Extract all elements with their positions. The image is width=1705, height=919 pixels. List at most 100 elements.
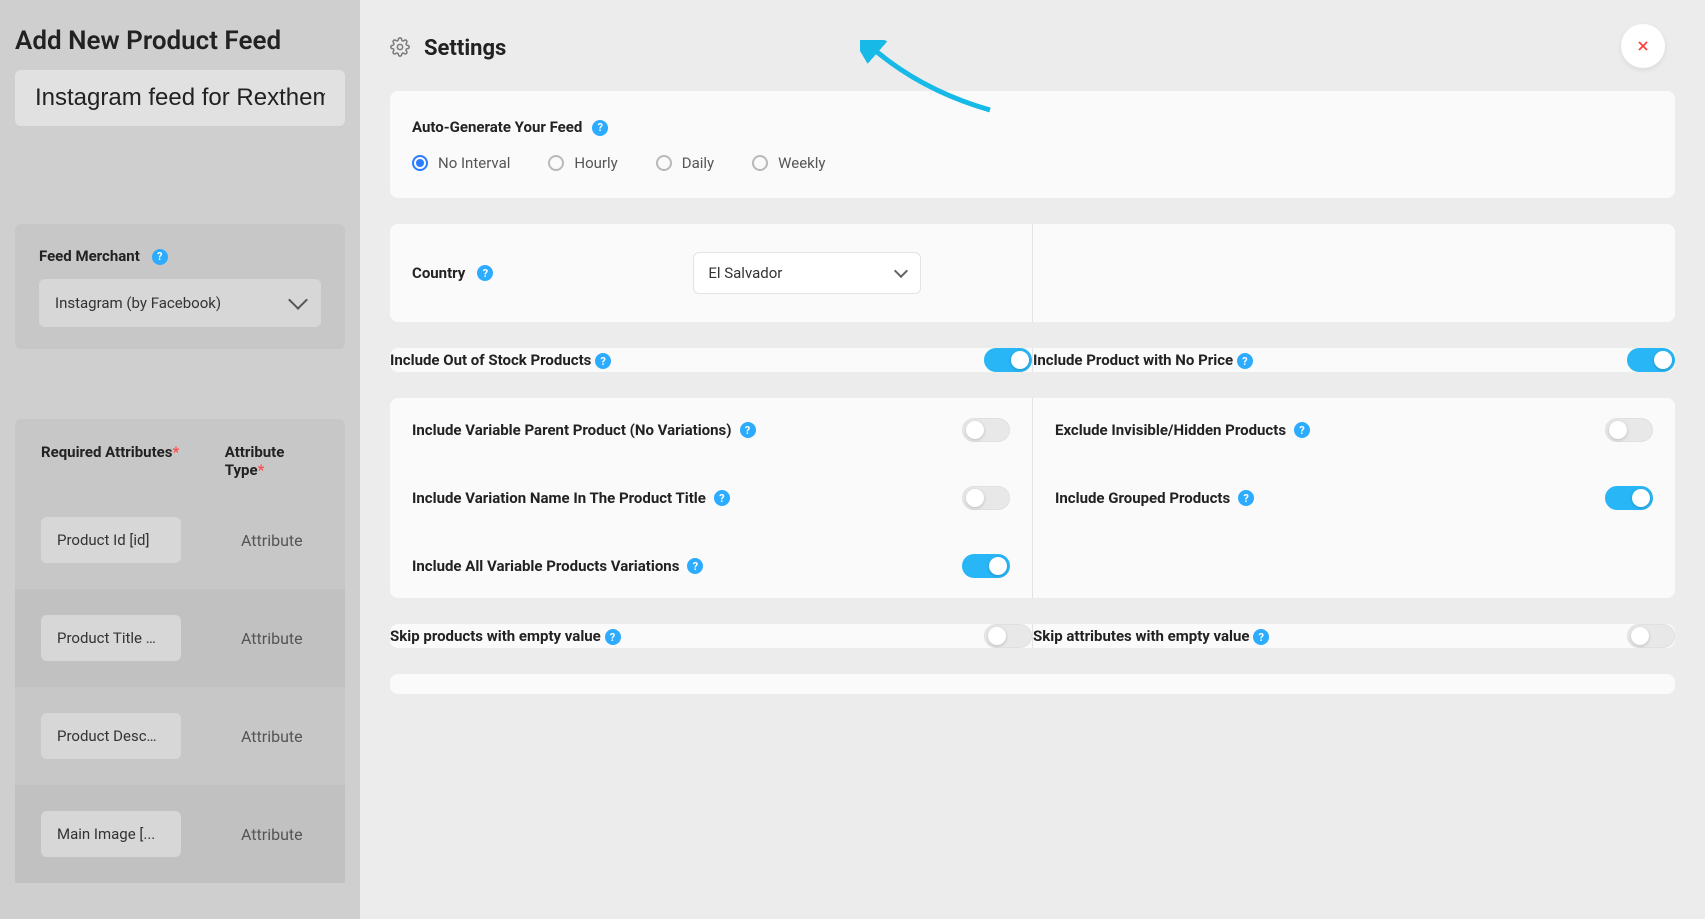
toggle-label: Exclude Invisible/Hidden Products <box>1055 421 1286 439</box>
toggle-all-variations: Include All Variable Products Variations… <box>412 554 1010 578</box>
panel-title: Settings <box>424 36 506 61</box>
country-value: El Salvador <box>708 264 782 282</box>
feed-merchant-select[interactable]: Instagram (by Facebook) <box>39 279 321 327</box>
close-icon <box>1635 38 1651 54</box>
radio-hourly[interactable]: Hourly <box>548 154 617 172</box>
toggle-switch[interactable] <box>1627 348 1675 372</box>
table-row: Product Desc… Attribute <box>15 687 345 785</box>
autogen-options: No Interval Hourly Daily Weekly <box>412 154 1653 172</box>
attr-tag[interactable]: Main Image [... <box>41 811 181 857</box>
autogen-section: Auto-Generate Your Feed ? No Interval Ho… <box>390 91 1675 198</box>
toggle-section-3: Skip products with empty value ? Skip at… <box>390 624 1675 648</box>
country-section: Country ? El Salvador <box>390 224 1675 322</box>
help-icon[interactable]: ? <box>1253 629 1269 645</box>
toggle-grouped: Include Grouped Products ? <box>1055 486 1653 510</box>
help-icon[interactable]: ? <box>740 422 756 438</box>
help-icon[interactable]: ? <box>595 353 611 369</box>
toggle-switch[interactable] <box>984 624 1032 648</box>
table-row: Main Image [... Attribute <box>15 785 345 883</box>
page-title: Add New Product Feed <box>15 26 345 56</box>
toggle-switch[interactable] <box>1605 486 1653 510</box>
table-row: Product Title … Attribute <box>15 589 345 687</box>
toggle-switch[interactable] <box>962 418 1010 442</box>
toggle-variation-name-title: Include Variation Name In The Product Ti… <box>412 486 1010 510</box>
close-button[interactable] <box>1621 24 1665 68</box>
help-icon[interactable]: ? <box>592 120 608 136</box>
attr-tag[interactable]: Product Id [id] <box>41 517 181 563</box>
toggle-switch[interactable] <box>1627 624 1675 648</box>
toggle-label: Include All Variable Products Variations <box>412 557 679 575</box>
toggle-skip-attr-empty: Skip attributes with empty value ? <box>1033 624 1675 648</box>
help-icon[interactable]: ? <box>605 629 621 645</box>
radio-icon <box>656 155 672 171</box>
attr-type: Attribute <box>241 825 303 844</box>
radio-icon <box>548 155 564 171</box>
toggle-no-price: Include Product with No Price ? <box>1033 348 1675 372</box>
chevron-down-icon <box>288 290 308 310</box>
settings-panel: Settings Auto-Generate Your Feed ? No In… <box>360 0 1705 919</box>
help-icon[interactable]: ? <box>152 249 168 265</box>
attr-type: Attribute <box>241 727 303 746</box>
toggle-label: Include Product with No Price <box>1033 351 1233 369</box>
toggle-exclude-hidden: Exclude Invisible/Hidden Products ? <box>1055 418 1653 442</box>
toggle-label: Skip products with empty value <box>390 627 601 645</box>
toggle-label: Include Variable Parent Product (No Vari… <box>412 421 732 439</box>
attr-tag[interactable]: Product Title … <box>41 615 181 661</box>
radio-label: No Interval <box>438 154 510 172</box>
empty-half <box>1033 224 1675 322</box>
radio-no-interval[interactable]: No Interval <box>412 154 510 172</box>
table-row: Product Id [id] Attribute <box>15 491 345 589</box>
autogen-label: Auto-Generate Your Feed <box>412 118 582 136</box>
toggle-section-2: Include Variable Parent Product (No Vari… <box>390 398 1675 598</box>
radio-label: Weekly <box>778 154 825 172</box>
panel-body: Auto-Generate Your Feed ? No Interval Ho… <box>360 91 1705 750</box>
help-icon[interactable]: ? <box>477 265 493 281</box>
toggle-label: Include Out of Stock Products <box>390 351 591 369</box>
toggle-switch[interactable] <box>962 554 1010 578</box>
radio-label: Hourly <box>574 154 617 172</box>
country-label: Country <box>412 264 465 282</box>
toggle-section-1: Include Out of Stock Products ? Include … <box>390 348 1675 372</box>
chevron-down-icon <box>894 264 908 278</box>
col-required-attrs: Required Attributes <box>41 443 172 461</box>
radio-label: Daily <box>682 154 714 172</box>
help-icon[interactable]: ? <box>1237 353 1253 369</box>
toggle-switch[interactable] <box>1605 418 1653 442</box>
toggle-variable-parent: Include Variable Parent Product (No Vari… <box>412 418 1010 442</box>
help-icon[interactable]: ? <box>714 490 730 506</box>
attributes-header: Required Attributes* Attribute Type* <box>15 419 345 491</box>
toggle-label: Include Grouped Products <box>1055 489 1230 507</box>
help-icon[interactable]: ? <box>687 558 703 574</box>
radio-icon <box>412 155 428 171</box>
attributes-card: Required Attributes* Attribute Type* Pro… <box>15 419 345 883</box>
feed-merchant-value: Instagram (by Facebook) <box>55 294 221 312</box>
next-section-peek <box>390 674 1675 694</box>
help-icon[interactable]: ? <box>1238 490 1254 506</box>
toggle-label: Include Variation Name In The Product Ti… <box>412 489 706 507</box>
right-side: Exclude Invisible/Hidden Products ? Incl… <box>1033 398 1675 598</box>
feed-merchant-label: Feed Merchant <box>39 247 140 265</box>
toggle-switch[interactable] <box>984 348 1032 372</box>
required-asterisk: * <box>258 461 265 479</box>
col-attr-type: Attribute Type <box>225 443 285 479</box>
left-side: Include Variable Parent Product (No Vari… <box>390 398 1032 598</box>
required-asterisk: * <box>172 443 179 461</box>
country-half: Country ? El Salvador <box>390 224 1032 322</box>
gear-icon <box>390 37 410 61</box>
panel-header: Settings <box>360 0 1705 91</box>
radio-daily[interactable]: Daily <box>656 154 714 172</box>
toggle-switch[interactable] <box>962 486 1010 510</box>
attr-type: Attribute <box>241 531 303 550</box>
left-column: Add New Product Feed Feed Merchant ? Ins… <box>0 0 360 919</box>
toggle-skip-prod-empty: Skip products with empty value ? <box>390 624 1032 648</box>
toggle-out-of-stock: Include Out of Stock Products ? <box>390 348 1032 372</box>
feed-title-input[interactable] <box>15 70 345 126</box>
country-select[interactable]: El Salvador <box>693 252 921 294</box>
radio-weekly[interactable]: Weekly <box>752 154 825 172</box>
help-icon[interactable]: ? <box>1294 422 1310 438</box>
attr-tag[interactable]: Product Desc… <box>41 713 181 759</box>
toggle-label: Skip attributes with empty value <box>1033 627 1250 645</box>
feed-merchant-card: Feed Merchant ? Instagram (by Facebook) <box>15 224 345 349</box>
attr-type: Attribute <box>241 629 303 648</box>
radio-icon <box>752 155 768 171</box>
